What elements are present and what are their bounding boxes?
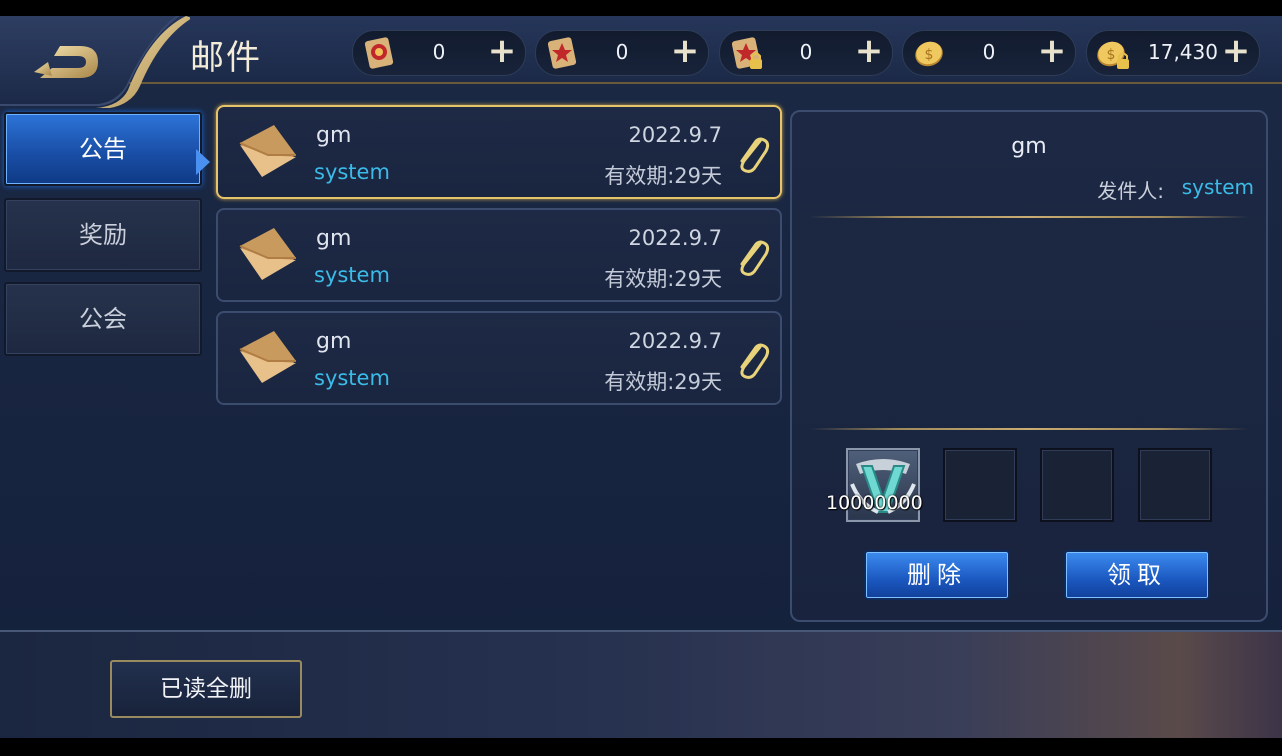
mail-from: system <box>314 263 390 287</box>
mail-item[interactable]: gm system 2022.9.7 有效期:29天 <box>216 311 782 405</box>
resource-locked-gold-coin: $ 17,430 + <box>1086 30 1260 76</box>
mail-screen: 邮件 0 + 0 + 0 + $ 0 + $ 17,430 + 公告 奖励 公会… <box>0 16 1282 738</box>
envelope-icon <box>239 331 296 383</box>
top-bar: 邮件 0 + 0 + 0 + $ 0 + $ 17,430 + <box>0 16 1282 108</box>
page-title: 邮件 <box>190 38 262 78</box>
tab-guild[interactable]: 公会 <box>4 282 202 356</box>
delete-button[interactable]: 删除 <box>864 550 1010 600</box>
mail-item[interactable]: gm system 2022.9.7 有效期:29天 <box>216 105 782 199</box>
mail-item[interactable]: gm system 2022.9.7 有效期:29天 <box>216 208 782 302</box>
sender-label: 发件人: <box>1097 179 1164 203</box>
attachment-icon <box>740 137 770 173</box>
add-button[interactable]: + <box>1221 34 1251 68</box>
sender-value: system <box>1181 175 1254 199</box>
delete-all-read-button[interactable]: 已读全删 <box>110 660 302 718</box>
detail-title: gm <box>1011 134 1047 159</box>
resource-star-scroll: 0 + <box>535 30 709 76</box>
mail-expiry: 有效期:29天 <box>604 164 722 188</box>
mail-date: 2022.9.7 <box>628 329 722 353</box>
tab-announcement[interactable]: 公告 <box>4 112 202 186</box>
envelope-icon <box>239 125 296 177</box>
mail-sender: gm <box>316 329 352 354</box>
mail-expiry: 有效期:29天 <box>604 267 722 291</box>
mail-sender: gm <box>316 226 352 251</box>
resource-red-scroll: 0 + <box>352 30 526 76</box>
attachment-slot[interactable]: 10000000 <box>826 448 923 522</box>
resource-locked-scroll: 0 + <box>719 30 893 76</box>
mail-detail-panel: gm 发件人: system 10000000 删除 领取 <box>790 110 1268 622</box>
attachment-slot[interactable] <box>943 448 1017 522</box>
attachment-slot[interactable] <box>1040 448 1114 522</box>
mail-expiry: 有效期:29天 <box>604 370 722 394</box>
add-button[interactable]: + <box>670 34 700 68</box>
attachment-icon <box>740 343 770 379</box>
mail-from: system <box>314 160 390 184</box>
add-button[interactable]: + <box>854 34 884 68</box>
envelope-icon <box>239 228 296 280</box>
attachment-icon <box>740 240 770 276</box>
mail-sender: gm <box>316 123 352 148</box>
attachment-count: 10000000 <box>826 492 923 514</box>
bottom-bar: 已读全删 <box>0 630 1282 738</box>
resource-gold-coin: $ 0 + <box>902 30 1076 76</box>
tab-rewards[interactable]: 奖励 <box>4 198 202 272</box>
add-button[interactable]: + <box>487 34 517 68</box>
claim-button[interactable]: 领取 <box>1064 550 1210 600</box>
add-button[interactable]: + <box>1037 34 1067 68</box>
divider <box>810 216 1248 218</box>
attachment-slot[interactable] <box>1138 448 1212 522</box>
active-tab-indicator <box>196 149 210 175</box>
divider <box>810 428 1248 430</box>
mail-from: system <box>314 366 390 390</box>
back-button[interactable] <box>0 16 190 108</box>
mail-date: 2022.9.7 <box>628 226 722 250</box>
mail-date: 2022.9.7 <box>628 123 722 147</box>
